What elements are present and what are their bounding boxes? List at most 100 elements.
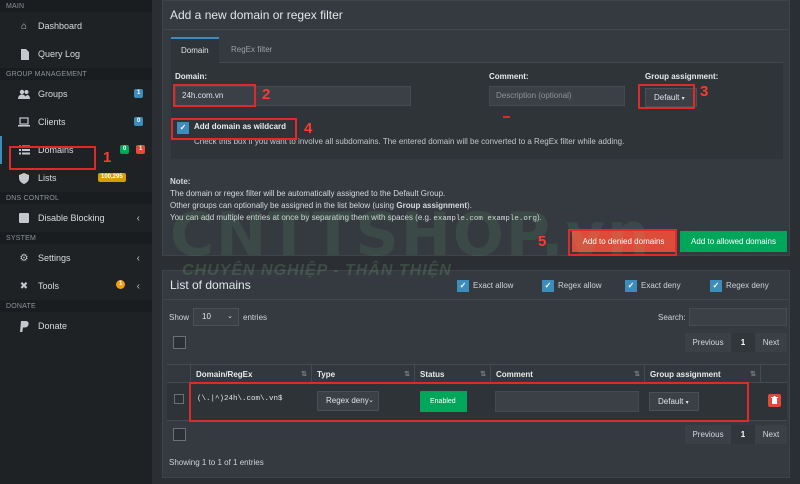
annotation-number-1: 1 [103,149,112,166]
filter-exact-allow-checkbox[interactable]: ✓ [457,280,469,292]
sidebar-header-donate: DONATE [0,300,152,312]
table-header-actions [761,365,787,384]
paypal-icon [18,320,30,332]
domains-list-panel: List of domains ✓ Exact allow ✓ Regex al… [162,270,790,478]
sidebar-item-groups[interactable]: Groups 1 [0,80,152,108]
annotation-dash [503,116,510,118]
note-line-3: You can add multiple entries at once by … [170,212,542,226]
pagination-next-top[interactable]: Next [755,333,787,352]
sidebar-item-label: Settings [38,253,71,263]
sidebar-item-query-log[interactable]: Query Log [0,40,152,68]
annotation-box-deny-button [568,229,677,256]
sidebar-item-label: Query Log [38,49,81,59]
sidebar-item-dashboard[interactable]: ⌂ Dashboard [0,12,152,40]
search-label: Search: [658,313,686,322]
filter-regex-deny-checkbox[interactable]: ✓ [710,280,722,292]
filter-regex-allow-checkbox[interactable]: ✓ [542,280,554,292]
filter-exact-deny-checkbox[interactable]: ✓ [625,280,637,292]
laptop-icon [18,116,30,128]
shield-icon [18,172,30,184]
annotation-number-5: 5 [538,233,547,250]
chevron-down-icon: ⌄ [227,313,233,320]
note-line-2-pre: Other groups can optionally be assigned … [170,201,397,210]
group-assignment-label: Group assignment: [645,72,719,81]
sidebar-item-label: Dashboard [38,21,83,31]
pagination-previous-top[interactable]: Previous [685,333,731,352]
search-input[interactable] [689,308,787,326]
tools-count-badge: 1 [116,280,126,289]
chevron-left-icon: ‹ [136,280,140,292]
tab-regex-filter[interactable]: RegEx filter [221,37,282,63]
sidebar-header-dns-control: DNS CONTROL [0,192,152,204]
show-label: Show [169,313,190,322]
chevron-left-icon: ‹ [136,252,140,264]
lists-count-badge: 100,295 [98,173,126,182]
annotation-number-3: 3 [700,83,709,100]
domains-allowed-badge: 0 [120,145,130,154]
sidebar-item-label: Lists [38,173,57,183]
annotation-box-wildcard [171,118,297,140]
sidebar-item-label: Donate [38,321,68,331]
note-line-3-post: ). [536,213,542,222]
annotation-box-domain-input [173,84,256,107]
note-line-2-bold: Group assignment [396,201,468,210]
filter-exact-allow-label: Exact allow [473,281,514,290]
column-label: Status [420,370,445,379]
table-info-text: Showing 1 to 1 of 1 entries [169,458,264,467]
sidebar-item-donate[interactable]: Donate [0,312,152,340]
trash-icon [771,396,778,404]
select-all-checkbox-top[interactable] [173,336,186,349]
column-label: Domain/RegEx [196,370,253,379]
domain-label: Domain: [175,72,207,81]
row-select-checkbox[interactable] [174,394,184,404]
table-header: Domain/RegEx ⇅ Type ⇅ Status ⇅ Comment ⇅ Gro… [167,364,787,384]
sidebar-item-label: Disable Blocking [38,213,105,223]
column-label: Group assignment [650,370,721,379]
note-line-1: The domain or regex filter will be autom… [170,189,446,198]
stop-icon [18,212,30,224]
note-line-3-pre: You can add multiple entries at once by … [170,213,434,222]
tools-icon: ✖ [19,280,29,292]
sidebar-item-settings[interactable]: ⚙ Settings ‹ [0,244,152,272]
sidebar-item-clients[interactable]: Clients 0 [0,108,152,136]
sidebar-item-label: Groups [38,89,68,99]
sidebar-item-label: Tools [38,281,60,291]
note-line-2-post: ). [467,201,472,210]
annotation-box-group [638,84,695,109]
select-all-checkbox-bottom[interactable] [173,428,186,441]
sidebar-item-disable-blocking[interactable]: Disable Blocking ‹ [0,204,152,232]
row-delete-button[interactable] [768,394,781,407]
sidebar-header-system: SYSTEM [0,232,152,244]
entries-per-page-value: 10 [202,312,211,321]
comment-label: Comment: [489,72,529,81]
annotation-number-2: 2 [262,86,271,103]
gear-icon: ⚙ [19,252,29,264]
pagination-page-top[interactable]: 1 [731,333,755,352]
pagination-page-bottom[interactable]: 1 [731,425,755,444]
annotation-box-table-row [189,382,749,422]
note-title: Note: [170,177,191,186]
file-icon [18,48,30,60]
sort-icon: ⇅ [750,371,756,378]
entries-label: entries [243,313,268,322]
tab-domain[interactable]: Domain [171,37,219,63]
home-icon: ⌂ [20,20,28,32]
comment-input[interactable]: Description (optional) [489,86,625,106]
chevron-left-icon: ‹ [136,212,140,224]
entries-per-page-select[interactable]: 10 ⌄ [193,308,239,326]
sidebar-item-tools[interactable]: ✖ Tools 1 ‹ [0,272,152,300]
users-icon [18,88,30,100]
add-panel-title: Add a new domain or regex filter [163,1,789,30]
add-to-allowed-button[interactable]: Add to allowed domains [680,231,787,252]
domains-denied-badge: 1 [136,145,146,154]
pagination-next-bottom[interactable]: Next [755,425,787,444]
filter-regex-deny-label: Regex deny [726,281,769,290]
groups-count-badge: 1 [134,89,144,98]
filter-tabs: Domain RegEx filter [171,37,783,63]
pagination-previous-bottom[interactable]: Previous [685,425,731,444]
sidebar-header-main: MAIN [0,0,152,12]
annotation-box-domains [9,146,96,170]
sidebar-header-group-management: GROUP MANAGEMENT [0,68,152,80]
annotation-number-4: 4 [304,120,313,137]
sidebar: MAIN ⌂ Dashboard Query Log GROUP MANAGEM… [0,0,152,484]
